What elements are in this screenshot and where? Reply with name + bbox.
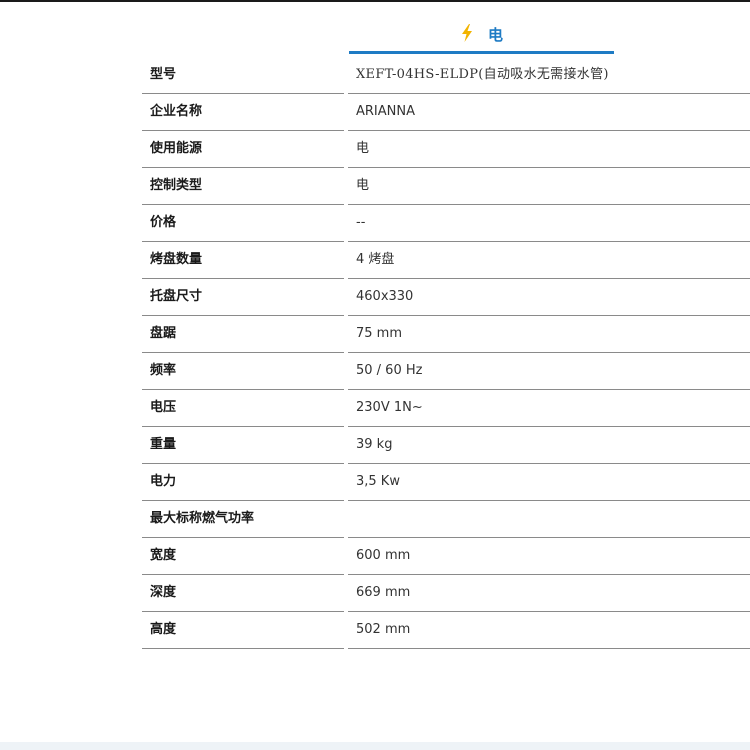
spec-row: 烤盘数量 4 烤盘 (142, 242, 750, 279)
spec-value (348, 501, 750, 538)
spec-label: 盘踞 (142, 316, 344, 353)
spec-value: 50 / 60 Hz (348, 353, 750, 390)
lightning-bolt-icon (461, 24, 472, 42)
spec-row: 电压 230V 1N~ (142, 390, 750, 427)
spec-label: 企业名称 (142, 94, 344, 131)
spec-value: 4 烤盘 (348, 242, 750, 279)
spec-label: 深度 (142, 575, 344, 612)
spec-value: 电 (348, 168, 750, 205)
tab-electric[interactable]: 电 (349, 16, 614, 54)
spec-value: 600 mm (348, 538, 750, 575)
tab-label: 电 (487, 26, 503, 44)
spec-value: 669 mm (348, 575, 750, 612)
spec-label: 烤盘数量 (142, 242, 344, 279)
spec-row: 宽度 600 mm (142, 538, 750, 575)
spec-row: 企业名称 ARIANNA (142, 94, 750, 131)
spec-value: 3,5 Kw (348, 464, 750, 501)
spec-row: 频率 50 / 60 Hz (142, 353, 750, 390)
spec-row: 托盘尺寸 460x330 (142, 279, 750, 316)
spec-row: 重量 39 kg (142, 427, 750, 464)
spec-label: 价格 (142, 205, 344, 242)
spec-value: 75 mm (348, 316, 750, 353)
spec-row: 电力 3,5 Kw (142, 464, 750, 501)
spec-value: 39 kg (348, 427, 750, 464)
spec-row: 使用能源 电 (142, 131, 750, 168)
spec-value: 460x330 (348, 279, 750, 316)
spec-label: 最大标称燃气功率 (142, 501, 344, 538)
spec-label: 高度 (142, 612, 344, 649)
spec-row: 盘踞 75 mm (142, 316, 750, 353)
spec-label: 电力 (142, 464, 344, 501)
spec-label: 型号 (142, 57, 344, 94)
spec-row: 控制类型 电 (142, 168, 750, 205)
spec-label: 托盘尺寸 (142, 279, 344, 316)
spec-label: 重量 (142, 427, 344, 464)
spec-row: 型号 XEFT-04HS-ELDP(自动吸水无需接水管) (142, 57, 750, 94)
spec-value: 502 mm (348, 612, 750, 649)
spec-row: 价格 -- (142, 205, 750, 242)
spec-row: 高度 502 mm (142, 612, 750, 649)
spec-value: 230V 1N~ (348, 390, 750, 427)
spec-label: 宽度 (142, 538, 344, 575)
spec-label: 频率 (142, 353, 344, 390)
spec-row: 深度 669 mm (142, 575, 750, 612)
spec-value: XEFT-04HS-ELDP(自动吸水无需接水管) (348, 57, 750, 94)
bottom-strip (0, 742, 750, 750)
spec-label: 电压 (142, 390, 344, 427)
top-divider (0, 0, 750, 2)
spec-value: ARIANNA (348, 94, 750, 131)
spec-value: -- (348, 205, 750, 242)
spec-label: 控制类型 (142, 168, 344, 205)
spec-table: 型号 XEFT-04HS-ELDP(自动吸水无需接水管) 企业名称 ARIANN… (142, 57, 750, 649)
spec-value: 电 (348, 131, 750, 168)
spec-row: 最大标称燃气功率 (142, 501, 750, 538)
spec-label: 使用能源 (142, 131, 344, 168)
